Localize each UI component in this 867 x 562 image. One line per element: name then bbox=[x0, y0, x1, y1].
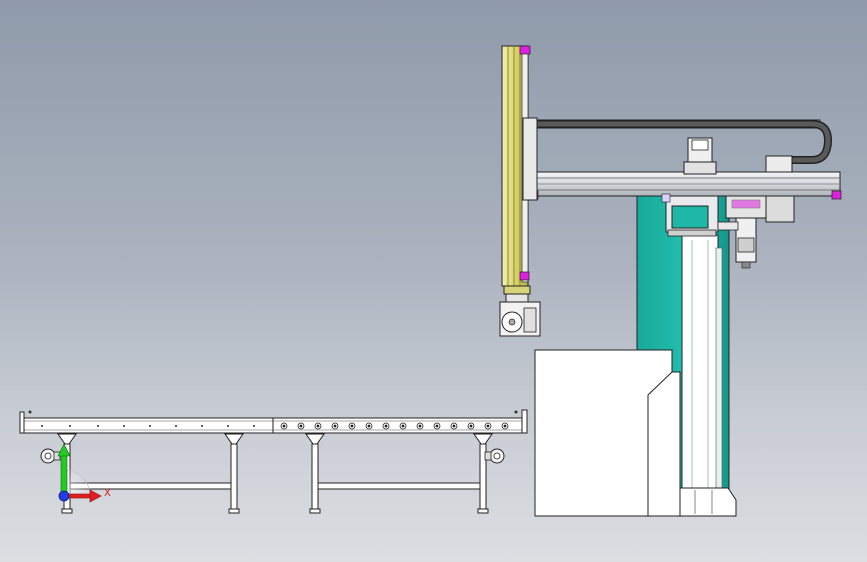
triad-y-axis bbox=[60, 451, 68, 495]
gripper-adapter bbox=[505, 293, 529, 303]
side-actuator-marker bbox=[731, 199, 761, 209]
conveyor-end-cap-left bbox=[19, 411, 25, 434]
conveyor-bolt bbox=[28, 410, 32, 414]
cylinder-clamp bbox=[737, 237, 755, 253]
motor-mount bbox=[683, 161, 717, 175]
base-cabinet[interactable] bbox=[534, 349, 681, 517]
coordinate-triad bbox=[57, 443, 102, 503]
beam-end-marker-right bbox=[831, 190, 842, 200]
side-motor bbox=[765, 195, 795, 223]
connecting-arm bbox=[717, 221, 739, 231]
cylinder-tip bbox=[741, 261, 751, 269]
trolley-base-plate bbox=[667, 229, 717, 237]
trolley-window bbox=[671, 205, 709, 229]
triad-z-axis bbox=[58, 490, 70, 502]
drag-chain bbox=[536, 120, 833, 173]
gripper-flange bbox=[503, 285, 531, 295]
triad-x-arrowhead bbox=[89, 489, 102, 503]
conveyor-motor-right bbox=[484, 448, 505, 464]
conveyor-end-cap-right bbox=[521, 409, 528, 434]
conveyor-bolt bbox=[514, 410, 518, 414]
mast-carriage bbox=[522, 117, 538, 201]
conveyor-motor-left bbox=[40, 448, 61, 464]
triad-x-label: X bbox=[104, 488, 111, 499]
conveyor-crossbars bbox=[69, 482, 481, 490]
column-side-strip bbox=[715, 247, 723, 511]
gripper-head[interactable] bbox=[499, 285, 541, 337]
cad-viewport[interactable]: X bbox=[0, 0, 867, 562]
vertical-mast[interactable] bbox=[501, 45, 538, 287]
trolley-marker bbox=[661, 193, 671, 203]
column-inner-panel bbox=[681, 234, 719, 517]
motor-cap bbox=[691, 139, 709, 151]
conveyor-legs bbox=[57, 433, 493, 514]
triad-plane-arc bbox=[63, 469, 91, 497]
mast-top-marker bbox=[519, 45, 531, 55]
gripper-finger bbox=[523, 307, 537, 333]
chain-end-bracket bbox=[765, 155, 793, 173]
cabinet-slope-panel bbox=[647, 371, 681, 517]
mast-bottom-marker bbox=[519, 271, 530, 281]
cad-scene[interactable] bbox=[0, 0, 867, 562]
gripper-wheel-hub bbox=[508, 318, 516, 326]
